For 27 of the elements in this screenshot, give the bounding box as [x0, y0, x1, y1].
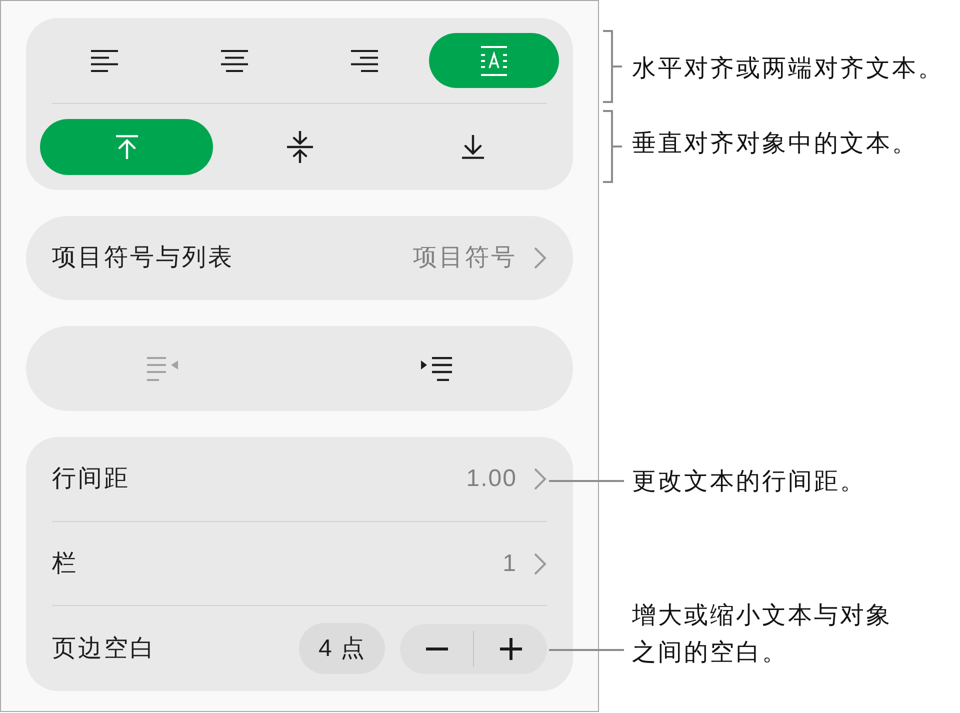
row-value: 项目符号	[413, 243, 517, 273]
row-label: 页边空白	[52, 634, 156, 664]
callout-text: 增大或缩小文本与对象之间的空白。	[632, 600, 893, 668]
chevron-right-icon	[533, 467, 547, 491]
row-label: 栏	[52, 548, 78, 578]
chevron-right-icon	[533, 246, 547, 270]
align-center-icon	[221, 50, 248, 72]
plus-icon	[500, 638, 522, 660]
chevron-right-icon	[533, 552, 547, 576]
align-top-icon	[116, 135, 138, 159]
align-right-icon	[350, 50, 378, 72]
row-value: 1.00	[466, 464, 517, 494]
justify-icon	[481, 46, 508, 76]
row-value: 1	[502, 548, 517, 578]
bullets-and-lists-row[interactable]: 项目符号与列表 项目符号	[26, 216, 573, 300]
align-middle-icon	[286, 131, 312, 163]
callout-text: 更改文本的行间距。	[632, 466, 867, 496]
callout-text: 水平对齐或两端对齐文本。	[632, 54, 944, 84]
setting-row[interactable]: 行间距 1.00	[26, 437, 573, 521]
row-label: 项目符号与列表	[52, 243, 234, 273]
row-label: 行间距	[52, 464, 130, 494]
margin-value: 4 点	[299, 623, 385, 674]
minus-icon	[426, 646, 448, 650]
align-bottom-icon	[462, 135, 484, 159]
setting-row[interactable]: 栏 1	[26, 522, 573, 605]
align-left-icon	[91, 50, 118, 72]
callout-text: 垂直对齐对象中的文本。	[632, 128, 918, 158]
